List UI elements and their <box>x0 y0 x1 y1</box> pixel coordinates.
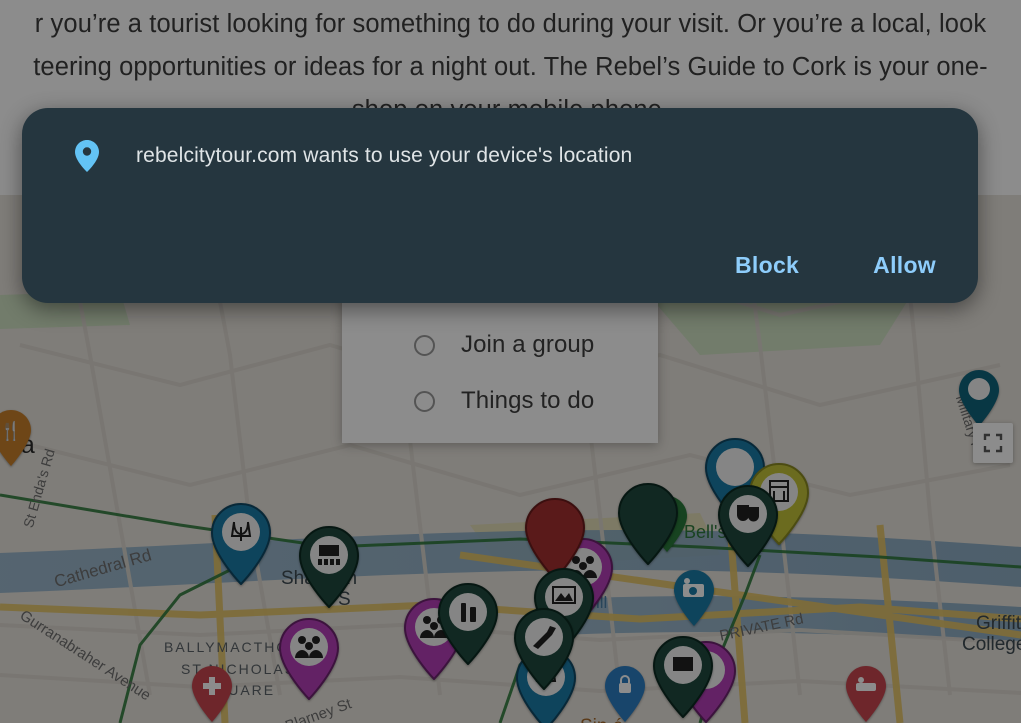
block-button[interactable]: Block <box>731 244 803 287</box>
dialog-action-row: Block Allow <box>731 244 940 287</box>
location-pin-icon <box>74 140 100 172</box>
permission-message-text: rebelcitytour.com wants to use your devi… <box>136 144 633 167</box>
browser-viewport: r you’re a tourist looking for something… <box>0 0 1021 723</box>
allow-button[interactable]: Allow <box>869 244 940 287</box>
dialog-message-row: rebelcitytour.com wants to use your devi… <box>22 108 978 172</box>
location-permission-dialog: rebelcitytour.com wants to use your devi… <box>22 108 978 303</box>
